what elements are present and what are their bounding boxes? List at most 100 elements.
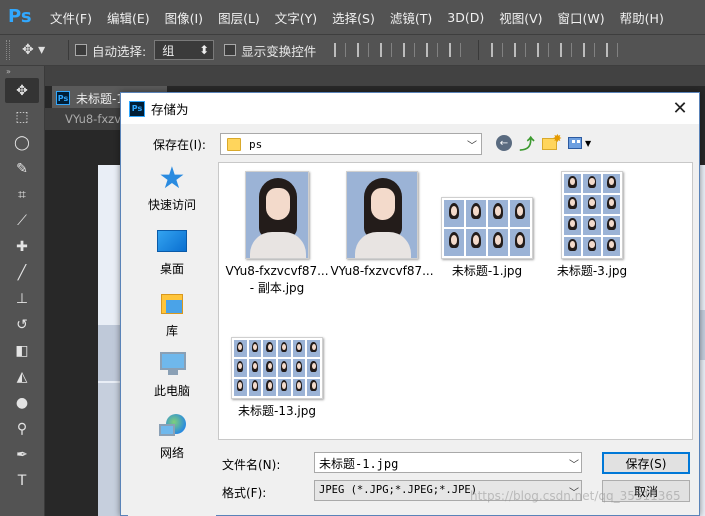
place-label: 桌面 [159,262,184,276]
distribute-bottom-icon[interactable] [537,43,550,57]
file-item[interactable]: VYu8-fxzvcvf87... [328,171,436,280]
distribute-vcenter-icon[interactable] [514,43,527,57]
options-grip[interactable] [6,40,10,60]
file-list: VYu8-fxzvcvf87... - 副本.jpg VYu8-fxzvcvf8… [218,162,693,440]
view-menu-icon[interactable]: ▼ [568,137,591,149]
filename-label: 文件名(N): [222,458,281,472]
file-item[interactable]: VYu8-fxzvcvf87... - 副本.jpg [223,171,331,297]
file-item[interactable]: 未标题-13.jpg [223,337,331,420]
file-name: VYu8-fxzvcvf87... [330,264,434,278]
menu-layer[interactable]: 图层(L) [218,8,260,27]
dialog-titlebar[interactable]: Ps 存储为 ✕ [121,93,699,124]
chevron-down-icon: ﹀ [467,141,477,152]
library-icon [157,292,187,318]
distribute-left-icon[interactable] [560,43,573,57]
file-thumbnail [231,337,323,399]
save-in-value: ps [249,137,263,151]
eraser-tool-icon[interactable]: ◧ [5,338,39,363]
menu-file[interactable]: 文件(F) [50,8,92,27]
show-transform-checkbox[interactable]: 显示变换控件 [224,41,316,60]
blur-tool-icon[interactable]: ● [5,390,39,415]
menu-filter[interactable]: 滤镜(T) [390,8,432,27]
menu-view[interactable]: 视图(V) [499,8,542,27]
menu-select[interactable]: 选择(S) [332,8,375,27]
align-hcenter-icon[interactable] [426,43,439,57]
toolbox: » ✥ ⬚ ◯ ✎ ⌗ ⟋ ✚ ╱ ⊥ ↺ ◧ ◭ ● ⚲ ✒ T [0,66,45,516]
updown-icon: ⬍ [199,43,210,57]
file-name-line2: - 副本.jpg [249,281,305,295]
align-bottom-icon[interactable] [380,43,393,57]
file-item[interactable]: 未标题-1.jpg [433,171,541,280]
menu-bar: Ps 文件(F) 编辑(E) 图像(I) 图层(L) 文字(Y) 选择(S) 滤… [0,0,705,34]
file-item[interactable]: 未标题-3.jpg [538,171,646,280]
menu-window[interactable]: 窗口(W) [558,8,605,27]
quick-select-tool-icon[interactable]: ✎ [5,156,39,181]
this-pc-icon [157,352,187,378]
canvas[interactable] [98,165,120,516]
save-button[interactable]: 保存(S) [602,452,690,474]
history-brush-tool-icon[interactable]: ↺ [5,312,39,337]
distribute-top-icon[interactable] [491,43,504,57]
lasso-tool-icon[interactable]: ◯ [5,130,39,155]
document-tab-secondary[interactable]: VYu8-fxzv [45,108,125,130]
network-icon [157,414,187,440]
filename-input[interactable]: 未标题-1.jpg [314,452,582,473]
file-thumbnail [346,171,418,259]
checkbox-box[interactable] [224,44,237,56]
back-icon[interactable]: ← [496,135,512,151]
auto-select-checkbox[interactable]: 自动选择: [75,41,146,60]
auto-select-dropdown[interactable]: 组 ⬍ [154,40,215,60]
navigation-buttons: ← ⤴ ✸ ▼ [496,132,591,153]
move-tool-icon[interactable]: ✥ [5,78,39,103]
move-tool-icon[interactable]: ✥ ▾ [22,42,62,58]
dialog-title: 存储为 [151,102,189,117]
healing-brush-tool-icon[interactable]: ✚ [5,234,39,259]
ps-document-icon: Ps [56,91,70,105]
file-thumbnail [245,171,309,259]
distribute-hcenter-icon[interactable] [583,43,596,57]
type-tool-icon[interactable]: T [5,468,39,493]
file-name: 未标题-13.jpg [238,404,316,418]
filename-row: 文件名(N): 未标题-1.jpg ﹀ 保存(S) [121,452,701,474]
menu-type[interactable]: 文字(Y) [275,8,317,27]
distribute-right-icon[interactable] [606,43,619,57]
eyedropper-tool-icon[interactable]: ⟋ [5,208,39,233]
watermark: https://blog.csdn.net/qq_35511365 [470,489,681,503]
brush-tool-icon[interactable]: ╱ [5,260,39,285]
menu-image[interactable]: 图像(I) [165,8,203,27]
place-library[interactable]: 库 [128,292,216,339]
close-icon[interactable]: ✕ [669,97,691,119]
file-thumbnail [561,171,623,259]
pen-tool-icon[interactable]: ✒ [5,442,39,467]
menu-help[interactable]: 帮助(H) [620,8,664,27]
document-area: Ps 未标题-1 @ [45,66,705,110]
toolbox-collapse-icon[interactable]: » [0,66,44,78]
crop-tool-icon[interactable]: ⌗ [5,182,39,207]
place-quick-access[interactable]: ★ 快速访问 [128,164,216,213]
divider [68,40,69,60]
file-name: 未标题-1.jpg [451,264,523,278]
place-desktop[interactable]: 桌面 [128,230,216,277]
marquee-tool-icon[interactable]: ⬚ [5,104,39,129]
align-top-icon[interactable] [334,43,347,57]
align-vcenter-icon[interactable] [357,43,370,57]
align-left-icon[interactable] [403,43,416,57]
file-name: VYu8-fxzvcvf87... [225,264,329,278]
checkbox-box[interactable] [75,44,87,56]
clone-stamp-tool-icon[interactable]: ⊥ [5,286,39,311]
file-name: 未标题-3.jpg [556,264,628,278]
menu-3d[interactable]: 3D(D) [447,10,484,25]
show-transform-label: 显示变换控件 [241,43,317,59]
menu-edit[interactable]: 编辑(E) [107,8,150,27]
up-folder-icon[interactable]: ⤴ [519,135,535,153]
align-right-icon[interactable] [449,43,462,57]
canvas-photo-strip [98,325,120,381]
place-this-pc[interactable]: 此电脑 [128,352,216,399]
paint-bucket-tool-icon[interactable]: ◭ [5,364,39,389]
new-folder-icon[interactable]: ✸ [542,132,562,151]
canvas-photo-strip [98,383,120,516]
chevron-down-icon[interactable]: ﹀ [569,456,579,471]
save-in-label: 保存在(I): [153,138,206,152]
save-in-dropdown[interactable]: ps ﹀ [220,133,482,155]
dodge-tool-icon[interactable]: ⚲ [5,416,39,441]
